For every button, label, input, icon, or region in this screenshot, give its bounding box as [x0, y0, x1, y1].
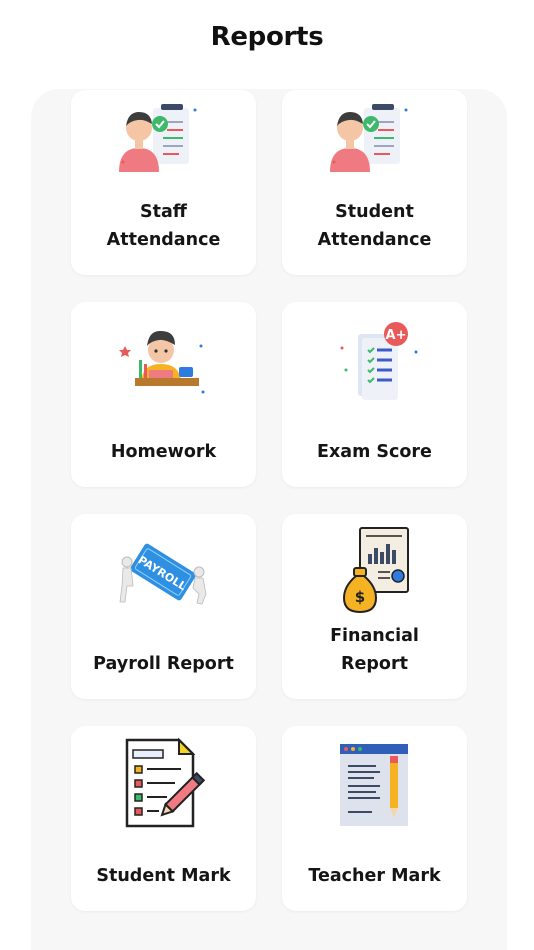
- student-mark-icon: [113, 736, 213, 831]
- student-mark-card[interactable]: Student Mark: [71, 726, 256, 911]
- staff-attendance-label: Staff Attendance: [106, 202, 221, 250]
- payroll-report-icon: PAYROLL: [113, 524, 213, 619]
- page-title: Reports: [210, 22, 324, 52]
- staff-attendance-icon: [113, 100, 213, 195]
- student-attendance-card[interactable]: Student Attendance: [282, 90, 467, 275]
- financial-report-icon: $: [324, 524, 424, 619]
- student-mark-label: Student Mark: [96, 866, 231, 886]
- payroll-report-label: Payroll Report: [93, 654, 234, 674]
- student-attendance-icon: [324, 100, 424, 195]
- exam-score-icon: A+: [324, 312, 424, 407]
- financial-report-label: Financial Report: [330, 626, 419, 674]
- homework-label: Homework: [110, 442, 217, 462]
- dollar-text: $: [355, 588, 365, 606]
- student-attendance-label: Student Attendance: [317, 202, 432, 250]
- grade-text: A+: [386, 328, 407, 343]
- teacher-mark-label: Teacher Mark: [308, 866, 441, 886]
- payroll-report-card[interactable]: PAYROLL Payroll Report: [71, 514, 256, 699]
- staff-attendance-card[interactable]: Staff Attendance: [71, 90, 256, 275]
- homework-card[interactable]: Homework: [71, 302, 256, 487]
- teacher-mark-icon: [324, 736, 424, 831]
- homework-icon: [113, 312, 213, 407]
- financial-report-card[interactable]: $ Financial Report: [282, 514, 467, 699]
- teacher-mark-card[interactable]: Teacher Mark: [282, 726, 467, 911]
- exam-score-card[interactable]: A+ Exam Score: [282, 302, 467, 487]
- exam-score-label: Exam Score: [317, 442, 432, 462]
